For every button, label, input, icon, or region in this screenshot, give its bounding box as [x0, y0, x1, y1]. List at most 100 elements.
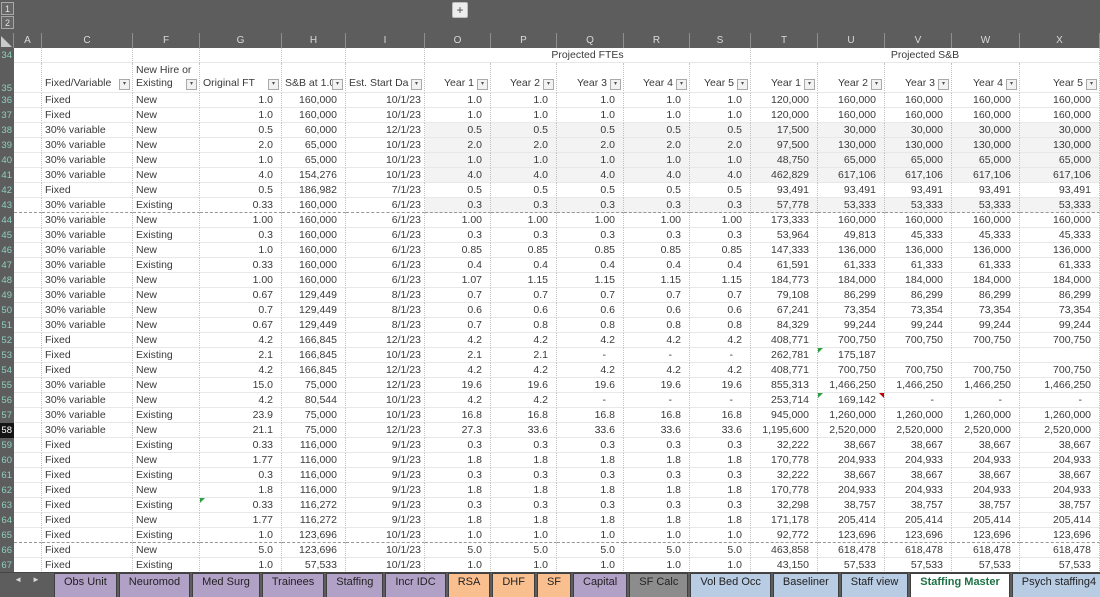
row-header-56[interactable]: 56: [0, 393, 14, 408]
cell-H62[interactable]: 116,000: [282, 483, 346, 498]
filter-dropdown-G[interactable]: ▾: [268, 79, 279, 90]
cell-Q50[interactable]: 0.6: [557, 303, 624, 318]
cell-H66[interactable]: 123,696: [282, 543, 346, 558]
cell-I57[interactable]: 10/1/23: [346, 408, 425, 423]
sheet-tab-staff-view[interactable]: Staff view: [841, 573, 909, 597]
cell-T57[interactable]: 945,000: [751, 408, 818, 423]
cell-W63[interactable]: 38,757: [952, 498, 1020, 513]
cell-O52[interactable]: 4.2: [425, 333, 491, 348]
cell-V63[interactable]: 38,757: [885, 498, 952, 513]
cell-V42[interactable]: 93,491: [885, 183, 952, 198]
cell-S43[interactable]: 0.3: [690, 198, 751, 213]
cell-R55[interactable]: 19.6: [624, 378, 690, 393]
cell-S39[interactable]: 2.0: [690, 138, 751, 153]
cell-R59[interactable]: 0.3: [624, 438, 690, 453]
cell-G41[interactable]: 4.0: [200, 168, 282, 183]
cell-S53[interactable]: -: [690, 348, 751, 363]
cell-T58[interactable]: 1,195,600: [751, 423, 818, 438]
cell-F57[interactable]: Existing: [133, 408, 200, 423]
cell-C48[interactable]: 30% variable: [42, 273, 133, 288]
row-header-55[interactable]: 55: [0, 378, 14, 393]
cell-X44[interactable]: 160,000: [1020, 213, 1100, 228]
cell-T45[interactable]: 53,964: [751, 228, 818, 243]
cell-O41[interactable]: 4.0: [425, 168, 491, 183]
cell-V58[interactable]: 2,520,000: [885, 423, 952, 438]
cell-U39[interactable]: 130,000: [818, 138, 885, 153]
cell-S57[interactable]: 16.8: [690, 408, 751, 423]
sheet-tab-trainees[interactable]: Trainees: [262, 573, 324, 597]
cell-W53[interactable]: [952, 348, 1020, 363]
cell-O53[interactable]: 2.1: [425, 348, 491, 363]
row-header-48[interactable]: 48: [0, 273, 14, 288]
cell-I34[interactable]: [346, 48, 425, 63]
cell-U66[interactable]: 618,478: [818, 543, 885, 558]
cell-G58[interactable]: 21.1: [200, 423, 282, 438]
cell-X67[interactable]: 57,533: [1020, 558, 1100, 573]
cell-W67[interactable]: 57,533: [952, 558, 1020, 573]
cell-C66[interactable]: Fixed: [42, 543, 133, 558]
cell-S46[interactable]: 0.85: [690, 243, 751, 258]
cell-Q61[interactable]: 0.3: [557, 468, 624, 483]
cell-C60[interactable]: Fixed: [42, 453, 133, 468]
cell-G46[interactable]: 1.0: [200, 243, 282, 258]
cell-I43[interactable]: 6/1/23: [346, 198, 425, 213]
filter-dropdown-V[interactable]: ▾: [938, 79, 949, 90]
sheet-tab-med-surg[interactable]: Med Surg: [192, 573, 260, 597]
cell-I52[interactable]: 12/1/23: [346, 333, 425, 348]
cell-H60[interactable]: 116,000: [282, 453, 346, 468]
cell-H38[interactable]: 60,000: [282, 123, 346, 138]
cell-H34[interactable]: [282, 48, 346, 63]
cell-O65[interactable]: 1.0: [425, 528, 491, 543]
cell-P53[interactable]: 2.1: [491, 348, 557, 363]
cell-V51[interactable]: 99,244: [885, 318, 952, 333]
row-header-63[interactable]: 63: [0, 498, 14, 513]
cell-A44[interactable]: [14, 213, 42, 228]
cell-I59[interactable]: 9/1/23: [346, 438, 425, 453]
row-header-41[interactable]: 41: [0, 168, 14, 183]
cell-Q40[interactable]: 1.0: [557, 153, 624, 168]
cell-T59[interactable]: 32,222: [751, 438, 818, 453]
outline-level-2-button[interactable]: 2: [1, 16, 14, 29]
cell-I60[interactable]: 9/1/23: [346, 453, 425, 468]
new-hire-or-existing-header[interactable]: New Hire orExisting▾: [133, 63, 200, 93]
cell-V56[interactable]: -: [885, 393, 952, 408]
cell-Q57[interactable]: 16.8: [557, 408, 624, 423]
cell-V59[interactable]: 38,667: [885, 438, 952, 453]
row-header-54[interactable]: 54: [0, 363, 14, 378]
cell-C34[interactable]: [42, 48, 133, 63]
cell-W66[interactable]: 618,478: [952, 543, 1020, 558]
cell-O57[interactable]: 16.8: [425, 408, 491, 423]
row-header-52[interactable]: 52: [0, 333, 14, 348]
cell-H52[interactable]: 166,845: [282, 333, 346, 348]
cell-W57[interactable]: 1,260,000: [952, 408, 1020, 423]
cell-X36[interactable]: 160,000: [1020, 93, 1100, 108]
cell-X46[interactable]: 136,000: [1020, 243, 1100, 258]
cell-V45[interactable]: 45,333: [885, 228, 952, 243]
cell-V48[interactable]: 184,000: [885, 273, 952, 288]
cell-F45[interactable]: Existing: [133, 228, 200, 243]
cell-I45[interactable]: 6/1/23: [346, 228, 425, 243]
cell-G48[interactable]: 1.00: [200, 273, 282, 288]
cell-A47[interactable]: [14, 258, 42, 273]
cell-G42[interactable]: 0.5: [200, 183, 282, 198]
cell-I40[interactable]: 10/1/23: [346, 153, 425, 168]
cell-H54[interactable]: 166,845: [282, 363, 346, 378]
cell-P62[interactable]: 1.8: [491, 483, 557, 498]
cell-Q52[interactable]: 4.2: [557, 333, 624, 348]
cell-Q55[interactable]: 19.6: [557, 378, 624, 393]
row-header-47[interactable]: 47: [0, 258, 14, 273]
cell-T60[interactable]: 170,778: [751, 453, 818, 468]
cell-W60[interactable]: 204,933: [952, 453, 1020, 468]
cell-X39[interactable]: 130,000: [1020, 138, 1100, 153]
cell-C43[interactable]: 30% variable: [42, 198, 133, 213]
cell-I44[interactable]: 6/1/23: [346, 213, 425, 228]
cell-S67[interactable]: 1.0: [690, 558, 751, 573]
cell-Q41[interactable]: 4.0: [557, 168, 624, 183]
cell-U62[interactable]: 204,933: [818, 483, 885, 498]
filter-dropdown-P[interactable]: ▾: [543, 79, 554, 90]
cell-A63[interactable]: [14, 498, 42, 513]
cell-C64[interactable]: Fixed: [42, 513, 133, 528]
cell-G39[interactable]: 2.0: [200, 138, 282, 153]
cell-S63[interactable]: 0.3: [690, 498, 751, 513]
cell-S50[interactable]: 0.6: [690, 303, 751, 318]
